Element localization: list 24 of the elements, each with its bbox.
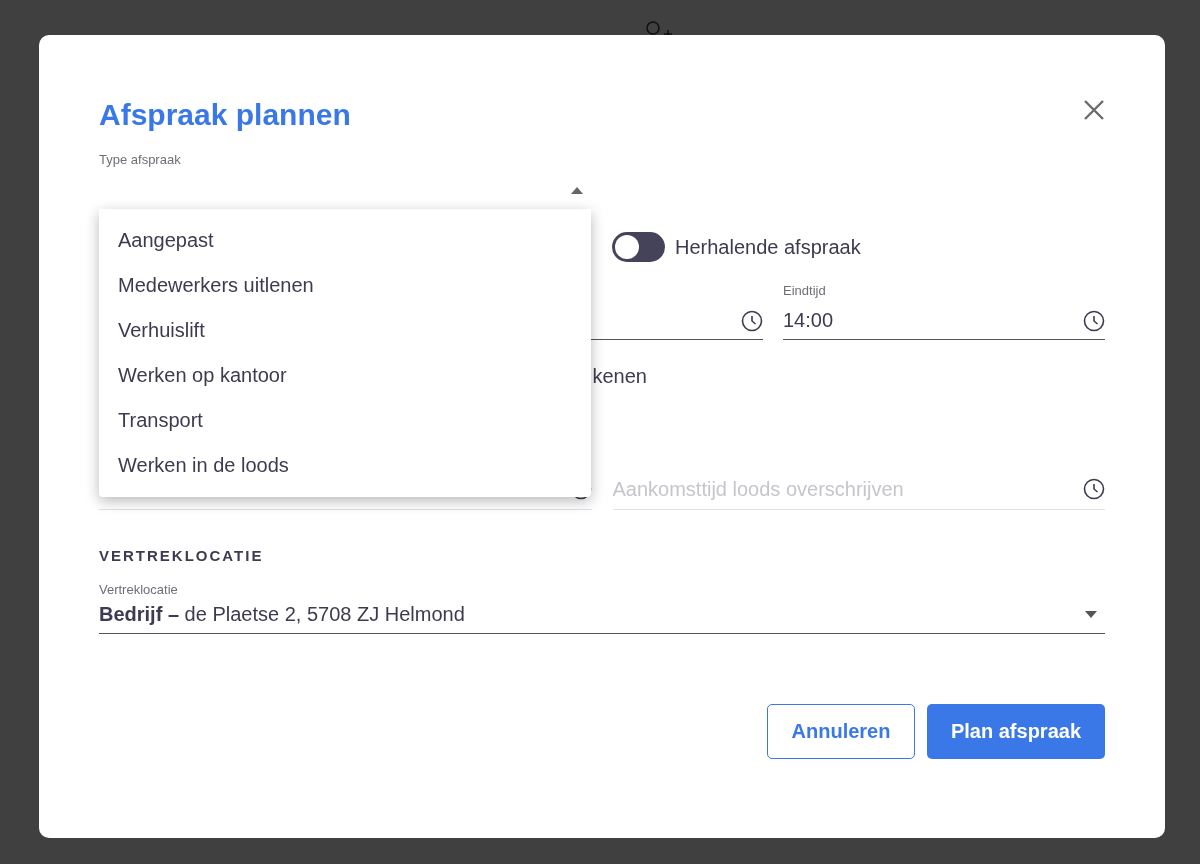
submit-button[interactable]: Plan afspraak bbox=[927, 703, 1105, 759]
location-select[interactable]: Bedrijf – de Plaetse 2, 5708 ZJ Helmond bbox=[99, 596, 1105, 634]
clock-icon[interactable] bbox=[1083, 478, 1105, 500]
menu-option[interactable]: Medewerkers uitlenen bbox=[99, 263, 591, 308]
field-label: Vertreklocatie bbox=[99, 581, 179, 597]
toggle-label: Herhalende afspraak bbox=[675, 235, 861, 259]
toggle-switch[interactable] bbox=[612, 232, 665, 262]
caret-icon bbox=[571, 187, 583, 194]
close-icon[interactable] bbox=[1083, 99, 1105, 121]
option-label: kenen bbox=[592, 364, 648, 388]
time-field[interactable]: 14:00 bbox=[783, 302, 1105, 340]
menu-option[interactable]: Werken in de loods bbox=[99, 443, 591, 488]
clock-icon[interactable] bbox=[741, 309, 763, 332]
dialog-title: Afspraak plannen bbox=[99, 98, 351, 132]
clock-icon[interactable] bbox=[1083, 309, 1105, 332]
menu-option[interactable]: Aangepast bbox=[99, 218, 591, 263]
field-label: Type afspraak bbox=[99, 152, 182, 167]
menu-option[interactable]: Transport bbox=[99, 398, 591, 443]
section-heading: VERTREKLOCATIE bbox=[99, 546, 265, 565]
menu-option[interactable]: Werken op kantoor bbox=[99, 353, 591, 398]
cancel-button[interactable]: Annuleren bbox=[767, 703, 915, 759]
field-label: Eindtijd bbox=[783, 283, 827, 298]
caret-icon bbox=[1085, 611, 1097, 618]
menu-option[interactable]: Verhuislift bbox=[99, 308, 591, 353]
